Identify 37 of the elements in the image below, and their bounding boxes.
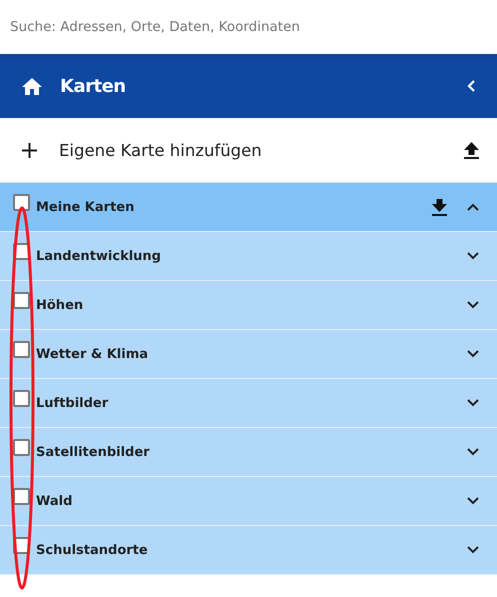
checkbox[interactable]: [13, 488, 30, 504]
layer-group-label: Satellitenbilder: [36, 444, 151, 460]
chevron-down-icon[interactable]: [467, 301, 479, 309]
layer-group-label: Höhen: [36, 298, 84, 312]
layer-group-label: Meine Karten: [36, 200, 136, 214]
checkbox[interactable]: [13, 438, 30, 456]
chevron-down-icon[interactable]: [467, 448, 479, 456]
collapse-icon[interactable]: [467, 80, 475, 92]
plus-icon[interactable]: [22, 142, 37, 158]
layer-group-row[interactable]: Satellitenbilder: [0, 428, 497, 477]
chevron-down-icon[interactable]: [467, 350, 479, 358]
chevron-down-icon[interactable]: [467, 497, 479, 505]
layer-group-label: Landentwicklung: [36, 248, 162, 264]
chevron-down-icon[interactable]: [467, 399, 479, 407]
layer-group-row[interactable]: Wald: [0, 477, 497, 526]
checkbox[interactable]: [13, 340, 30, 358]
panel-title: Karten: [60, 76, 127, 96]
download-icon[interactable]: [432, 198, 447, 216]
checkbox[interactable]: [13, 194, 30, 210]
layer-group-label: Schulstandorte: [36, 542, 149, 558]
layer-group-label: Wald: [36, 494, 74, 508]
chevron-down-icon[interactable]: [467, 252, 479, 260]
layer-group-row[interactable]: Wetter & Klima: [0, 330, 497, 379]
search-field[interactable]: Suche: Adressen, Orte, Daten, Koordinaten: [10, 19, 487, 35]
home-icon[interactable]: [22, 78, 42, 94]
layer-group-row[interactable]: Höhen: [0, 281, 497, 330]
checkbox[interactable]: [13, 390, 30, 406]
layer-group-row[interactable]: Schulstandorte: [0, 526, 497, 575]
layer-group-row[interactable]: Landentwicklung: [0, 232, 497, 281]
chevron-down-icon[interactable]: [467, 546, 479, 554]
layer-group-label: Wetter & Klima: [36, 346, 150, 362]
chevron-up-icon[interactable]: [467, 203, 479, 211]
add-map-label[interactable]: Eigene Karte hinzufügen: [59, 140, 464, 160]
upload-icon[interactable]: [464, 142, 479, 158]
checkbox[interactable]: [13, 292, 30, 308]
layer-group-row[interactable]: Luftbilder: [0, 379, 497, 428]
layer-group-label: Luftbilder: [36, 396, 110, 410]
